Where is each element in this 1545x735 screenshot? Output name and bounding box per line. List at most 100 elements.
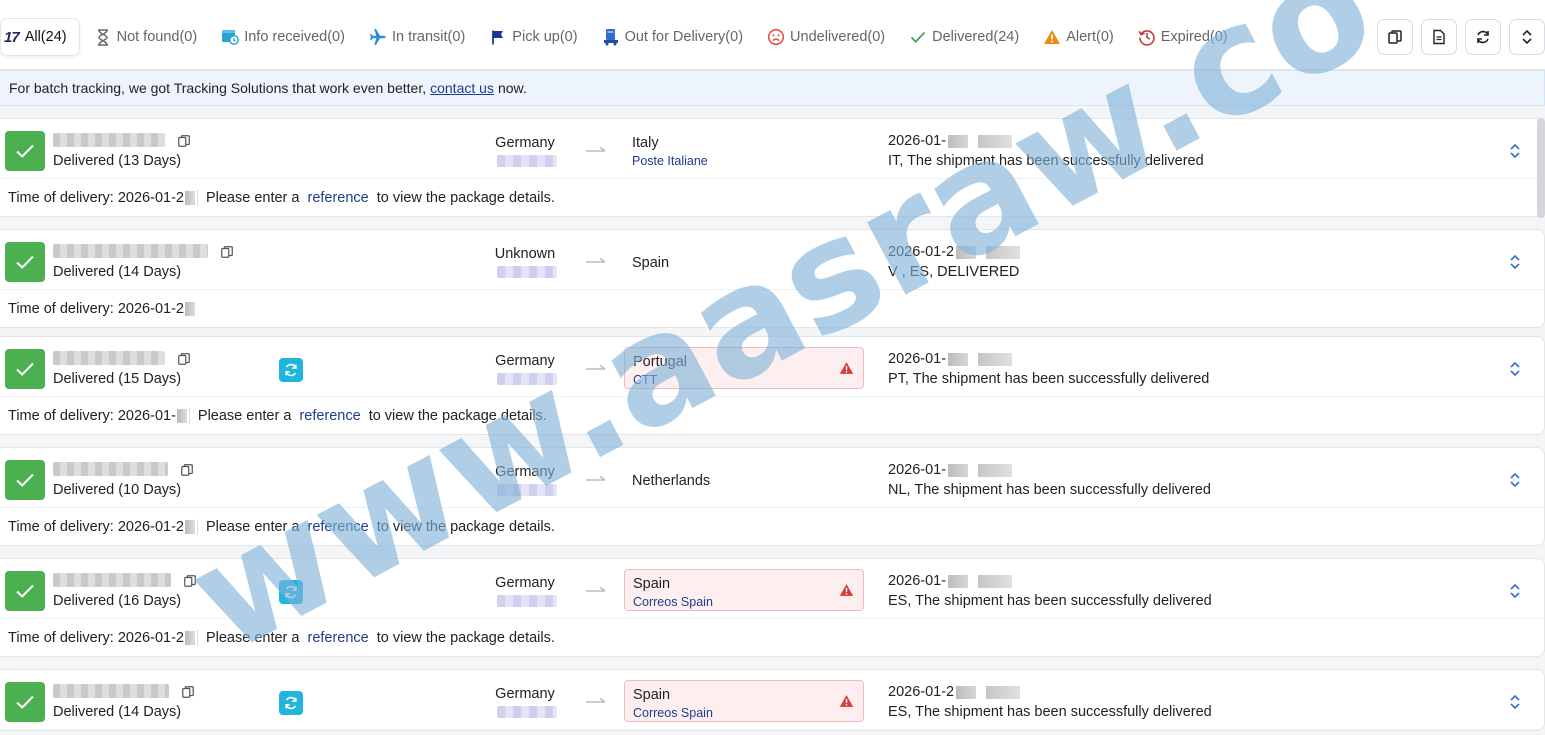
- scrollbar[interactable]: [1537, 118, 1545, 218]
- route-arrow-icon: [585, 472, 607, 484]
- destination-country: Spain: [632, 255, 670, 271]
- shipment-card: Delivered (10 Days) Germany Netherlands 202…: [0, 447, 1545, 546]
- hourglass-icon: [94, 28, 112, 46]
- expand-chevron-icon[interactable]: [1508, 143, 1522, 159]
- shipment-card: Delivered (16 Days) Germany Spain Correos S…: [0, 558, 1545, 657]
- sort-button[interactable]: [1509, 19, 1545, 55]
- delivery-time: Time of delivery: 2026-01-2: [8, 300, 184, 317]
- shipment-card: Delivered (14 Days) Germany Spain Correos S…: [0, 669, 1545, 731]
- expand-chevron-icon[interactable]: [1508, 472, 1522, 488]
- delivery-time: Time of delivery: 2026-01-2: [8, 518, 184, 535]
- status-tab-bar: 17 All(24) Not found(0) Info received(0) In …: [0, 0, 1545, 70]
- destination-carrier[interactable]: Poste Italiane: [632, 154, 856, 168]
- tab-alert[interactable]: Alert(0): [1031, 18, 1126, 56]
- delivery-time: Time of delivery: 2026-01-: [8, 407, 176, 424]
- logo-17-icon: 17: [4, 28, 20, 46]
- divider: [188, 407, 190, 424]
- delivered-badge: [5, 460, 45, 500]
- origin-carrier-redacted: [497, 266, 557, 278]
- shipment-summary[interactable]: Delivered (10 Days) Germany Netherlands 202…: [0, 448, 1544, 508]
- delivery-status: Delivered (14 Days): [53, 264, 182, 280]
- tab-label: Out for Delivery(0): [624, 29, 744, 45]
- origin-carrier-redacted: [497, 706, 557, 718]
- shipment-summary[interactable]: Delivered (13 Days) Germany Italy Poste Ita…: [0, 119, 1544, 179]
- expand-chevron-icon[interactable]: [1508, 361, 1522, 377]
- tab-label: Not found(0): [116, 29, 198, 45]
- copy-tracking-icon[interactable]: [181, 572, 199, 590]
- shipment-summary[interactable]: Delivered (14 Days) Unknown Spain 2026-01-2…: [0, 230, 1544, 290]
- sync-icon[interactable]: [279, 580, 303, 604]
- copy-tracking-icon[interactable]: [179, 683, 197, 701]
- shipment-summary[interactable]: Delivered (16 Days) Germany Spain Correos S…: [0, 559, 1544, 619]
- copy-tracking-icon[interactable]: [178, 461, 196, 479]
- destination-carrier[interactable]: Correos Spain: [633, 706, 855, 720]
- redacted-date: [956, 685, 977, 699]
- copy-button[interactable]: [1377, 19, 1413, 55]
- tab-label: Expired(0): [1160, 29, 1228, 45]
- redacted-day: [184, 190, 195, 205]
- reference-link[interactable]: reference: [299, 408, 360, 424]
- destination-carrier[interactable]: Correos Spain: [633, 595, 855, 609]
- sync-icon[interactable]: [279, 691, 303, 715]
- event-date-text: 2026-01-: [888, 462, 947, 478]
- delivery-footer: Time of delivery: 2026-01-2 Please enter …: [0, 179, 1544, 216]
- sync-icon[interactable]: [279, 358, 303, 382]
- destination-country: Spain: [633, 576, 671, 592]
- destination-carrier[interactable]: CTT: [633, 373, 855, 387]
- destination: Spain Correos Spain: [624, 680, 864, 722]
- check-icon: [16, 362, 34, 376]
- redacted-date: [948, 134, 969, 148]
- tab-pick-up[interactable]: Pick up(0): [477, 18, 589, 56]
- redacted-date: [948, 574, 969, 588]
- redacted-time: [978, 134, 1013, 148]
- contact-us-link[interactable]: contact us: [430, 80, 494, 96]
- route-arrow-icon: [585, 143, 607, 155]
- reference-link[interactable]: reference: [307, 630, 368, 646]
- check-icon: [909, 28, 927, 46]
- destination: Netherlands: [624, 458, 864, 500]
- delivery-status: Delivered (15 Days): [53, 371, 182, 387]
- tab-in-transit[interactable]: In transit(0): [357, 18, 477, 56]
- sort-icon: [1522, 29, 1532, 45]
- delivery-footer: Time of delivery: 2026-01- Please enter a…: [0, 397, 1544, 434]
- expand-chevron-icon[interactable]: [1508, 254, 1522, 270]
- origin-carrier-redacted: [497, 595, 557, 607]
- warning-icon: [839, 583, 854, 597]
- shipment-card: Delivered (14 Days) Unknown Spain 2026-01-2…: [0, 229, 1545, 328]
- redacted-date: [956, 245, 977, 259]
- tab-all[interactable]: 17 All(24): [0, 18, 80, 56]
- origin-carrier-redacted: [497, 155, 557, 167]
- reference-link[interactable]: reference: [307, 519, 368, 535]
- redacted-time: [986, 245, 1021, 259]
- delivered-badge: [5, 349, 45, 389]
- expand-chevron-icon[interactable]: [1508, 694, 1522, 710]
- warning-icon: [839, 361, 854, 375]
- destination-country: Netherlands: [632, 473, 711, 489]
- copy-tracking-icon[interactable]: [175, 350, 193, 368]
- tab-info-received[interactable]: Info received(0): [209, 18, 357, 56]
- copy-tracking-icon[interactable]: [218, 243, 236, 261]
- event-description: V , ES, DELIVERED: [888, 264, 1020, 280]
- reference-prompt-end: to view the package details.: [376, 518, 555, 535]
- reference-link[interactable]: reference: [307, 190, 368, 206]
- delivered-badge: [5, 571, 45, 611]
- tab-not-found[interactable]: Not found(0): [82, 18, 210, 56]
- tab-undelivered[interactable]: Undelivered(0): [755, 18, 897, 56]
- tracking-number-redacted: [53, 573, 171, 587]
- tab-delivered[interactable]: Delivered(24): [897, 18, 1031, 56]
- delivery-status: Delivered (14 Days): [53, 704, 182, 720]
- tab-expired[interactable]: Expired(0): [1126, 18, 1240, 56]
- tracking-number-redacted: [53, 244, 208, 258]
- shipment-summary[interactable]: Delivered (15 Days) Germany Portugal CTT 202…: [0, 337, 1544, 397]
- tab-out-for-delivery[interactable]: Out for Delivery(0): [590, 18, 755, 56]
- copy-tracking-icon[interactable]: [175, 132, 193, 150]
- export-button[interactable]: [1421, 19, 1457, 55]
- delivery-status: Delivered (10 Days): [53, 482, 182, 498]
- tab-label: Undelivered(0): [790, 29, 886, 45]
- shipment-summary[interactable]: Delivered (14 Days) Germany Spain Correos S…: [0, 670, 1544, 730]
- refresh-button[interactable]: [1465, 19, 1501, 55]
- expand-chevron-icon[interactable]: [1508, 583, 1522, 599]
- origin-country: Germany: [495, 686, 555, 702]
- route-arrow-icon: [585, 254, 607, 266]
- airplane-icon: [369, 28, 387, 46]
